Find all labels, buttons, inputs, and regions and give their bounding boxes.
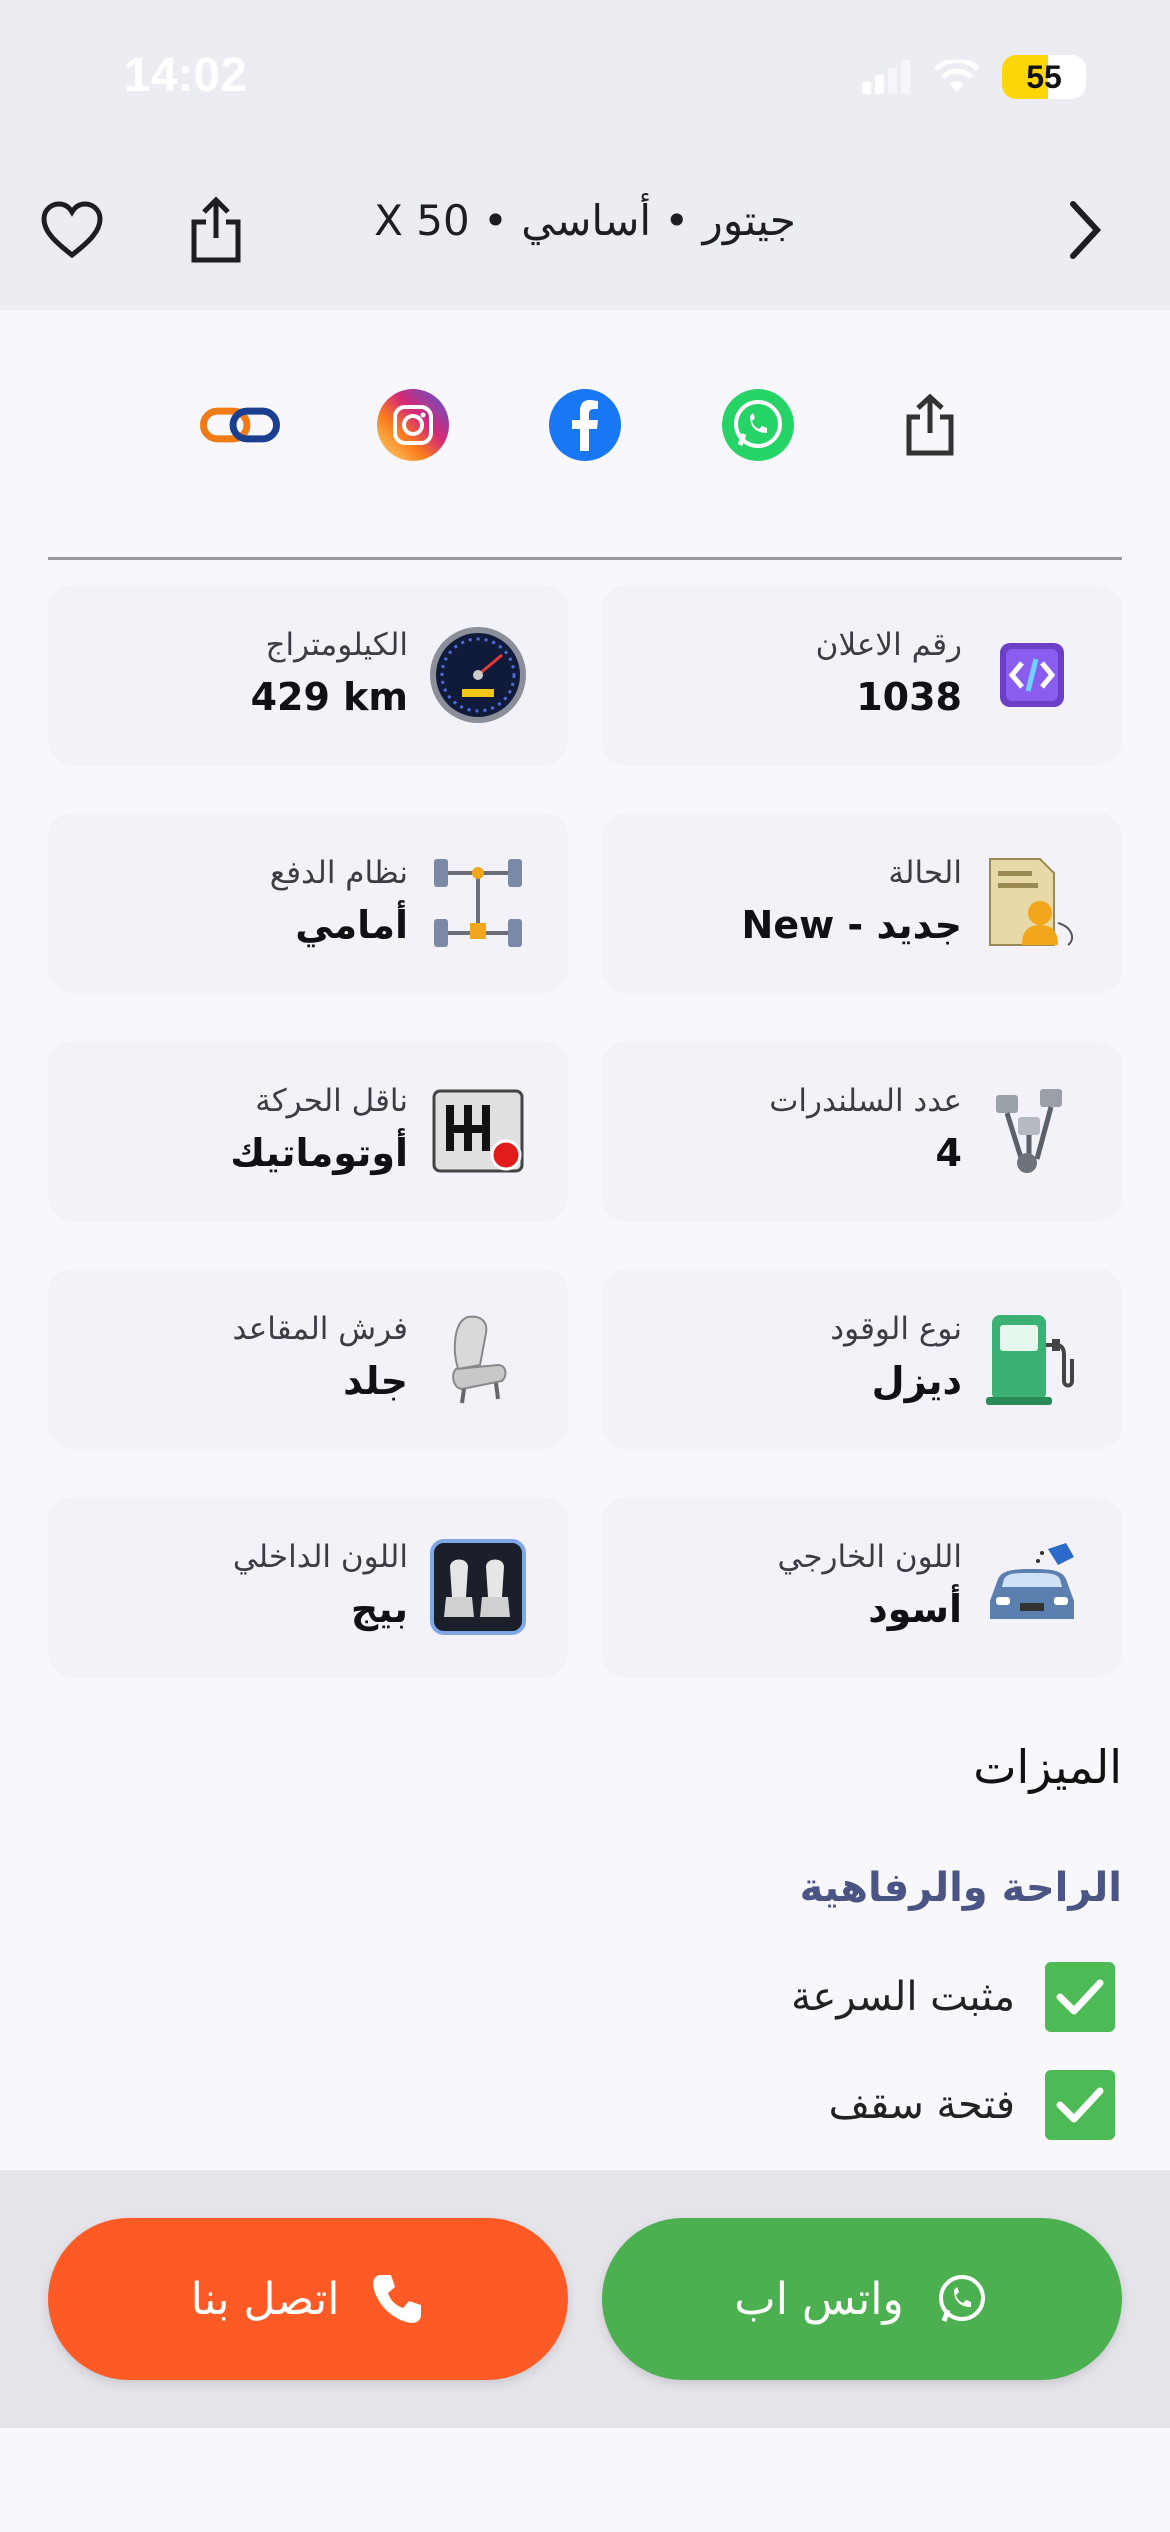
facebook-share-button[interactable]	[545, 385, 625, 465]
spec-value: أوتوماتيك	[230, 1131, 408, 1175]
spec-card-mileage: الكيلومتراج 429 km	[48, 585, 568, 765]
share-button[interactable]	[890, 385, 970, 465]
bottom-action-bar: واتس اب اتصل بنا	[0, 2170, 1170, 2428]
spec-label: اللون الخارجي	[777, 1539, 962, 1575]
whatsapp-button[interactable]: واتس اب	[602, 2218, 1122, 2380]
spec-value: New - جديد	[741, 903, 962, 947]
status-icons: 55	[862, 52, 1086, 102]
spec-value: جلد	[343, 1359, 408, 1403]
phone-icon	[373, 2275, 422, 2323]
spec-card-condition: الحالة New - جديد	[602, 813, 1122, 993]
spec-card-seats: فرش المقاعد جلد	[48, 1269, 568, 1449]
feature-label: مثبت السرعة	[791, 1974, 1015, 2020]
spec-card-interior-color: اللون الداخلي بيج	[48, 1497, 568, 1677]
spec-label: اللون الداخلي	[232, 1539, 408, 1575]
spec-card-drivetrain: نظام الدفع أمامي	[48, 813, 568, 993]
gearbox-icon	[428, 1081, 528, 1181]
spec-label: ناقل الحركة	[255, 1083, 408, 1119]
share-icon	[906, 393, 954, 456]
condition-icon	[982, 853, 1082, 953]
spec-label: نظام الدفع	[269, 855, 408, 891]
check-icon	[1056, 2087, 1104, 2123]
drivetrain-icon	[428, 853, 528, 953]
car-paint-icon	[982, 1537, 1082, 1637]
spec-label: عدد السلندرات	[769, 1083, 962, 1119]
features-group-title: الراحة والرفاهية	[799, 1865, 1122, 1911]
spec-label: الكيلومتراج	[265, 627, 409, 663]
battery-indicator: 55	[1002, 55, 1086, 99]
nav-bar: جيتور • أساسي • X 50	[0, 160, 1170, 310]
divider	[48, 557, 1122, 560]
instagram-icon	[376, 389, 449, 461]
share-row	[200, 380, 970, 470]
spec-value: 4	[935, 1131, 962, 1175]
spec-value: 1038	[856, 675, 962, 719]
spec-card-transmission: ناقل الحركة أوتوماتيك	[48, 1041, 568, 1221]
spec-value: بيج	[350, 1587, 408, 1631]
spec-value: أمامي	[295, 903, 408, 947]
spec-card-exterior-color: اللون الخارجي أسود	[602, 1497, 1122, 1677]
spec-value: ديزل	[871, 1359, 962, 1403]
wifi-icon	[934, 60, 980, 92]
feature-item: فتحة سقف	[829, 2070, 1115, 2140]
whatsapp-icon	[721, 389, 794, 461]
back-button[interactable]	[1045, 190, 1125, 270]
pistons-icon	[982, 1081, 1082, 1181]
spec-label: رقم الاعلان	[815, 627, 962, 663]
call-button-label: اتصل بنا	[190, 2273, 340, 2325]
whatsapp-button-label: واتس اب	[734, 2273, 904, 2325]
spec-card-fuel: نوع الوقود ديزل	[602, 1269, 1122, 1449]
seat-icon	[428, 1309, 528, 1409]
interior-seats-icon	[428, 1537, 528, 1637]
spec-label: الحالة	[888, 855, 962, 891]
spec-label: فرش المقاعد	[232, 1311, 409, 1347]
spec-value: 429 km	[250, 675, 408, 719]
feature-checkbox[interactable]	[1045, 2070, 1115, 2140]
feature-checkbox[interactable]	[1045, 1962, 1115, 2032]
speedometer-icon	[428, 625, 528, 725]
status-bar: 14:02 55	[0, 0, 1170, 160]
signal-icon	[862, 60, 910, 94]
specs-grid: رقم الاعلان 1038 الكيلومتراج 429 km الحا…	[48, 585, 1122, 1677]
feature-item: مثبت السرعة	[791, 1962, 1115, 2032]
facebook-icon	[549, 389, 621, 461]
spec-label: نوع الوقود	[830, 1311, 962, 1347]
whatsapp-icon	[938, 2275, 985, 2322]
call-button[interactable]: اتصل بنا	[48, 2218, 568, 2380]
code-icon	[982, 625, 1082, 725]
link-icon	[200, 407, 280, 443]
chevron-right-icon	[1070, 201, 1102, 259]
features-title: الميزات	[973, 1740, 1122, 1794]
copy-link-button[interactable]	[200, 385, 280, 465]
page-title: جيتور • أساسي • X 50	[374, 196, 796, 245]
fuel-pump-icon	[982, 1309, 1082, 1409]
check-icon	[1056, 1979, 1104, 2015]
feature-label: فتحة سقف	[828, 2082, 1015, 2128]
whatsapp-share-button[interactable]	[718, 385, 798, 465]
home-indicator-area	[0, 2428, 1170, 2532]
spec-card-ad-number: رقم الاعلان 1038	[602, 585, 1122, 765]
spec-value: أسود	[868, 1587, 962, 1631]
spec-card-cylinders: عدد السلندرات 4	[602, 1041, 1122, 1221]
status-time: 14:02	[124, 49, 247, 102]
instagram-share-button[interactable]	[373, 385, 453, 465]
content: رقم الاعلان 1038 الكيلومتراج 429 km الحا…	[0, 310, 1170, 2170]
